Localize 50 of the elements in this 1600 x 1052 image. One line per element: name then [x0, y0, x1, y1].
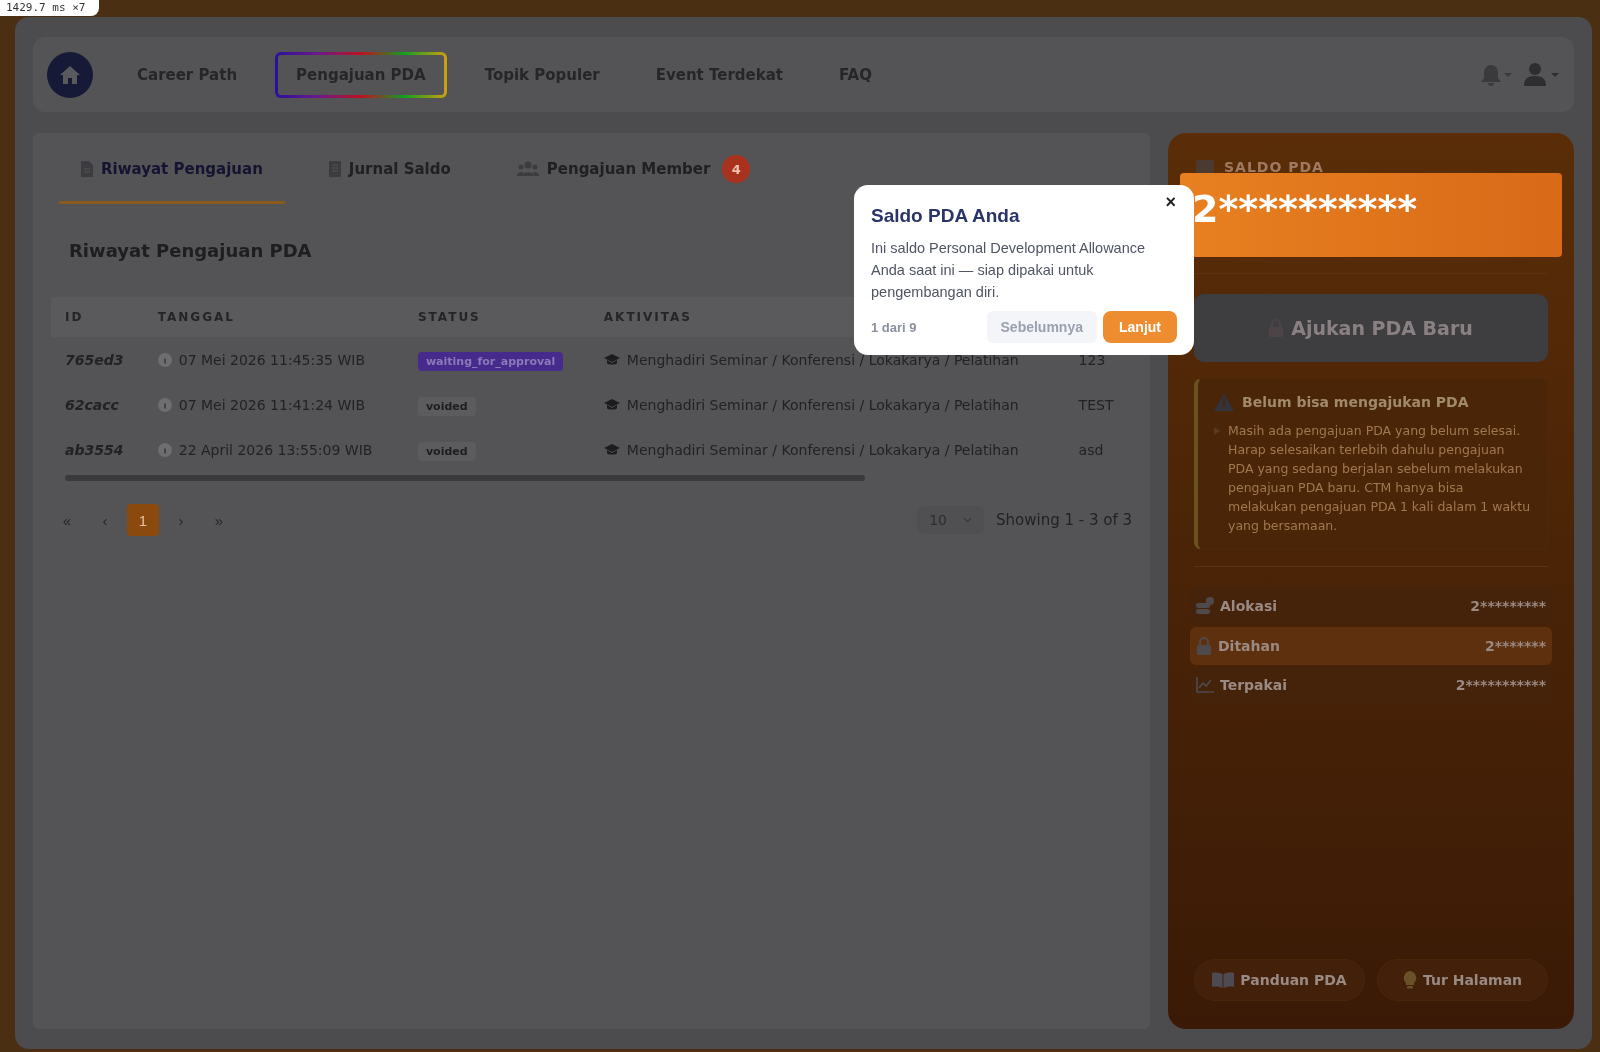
first-page-button[interactable]: « — [51, 504, 83, 536]
stat-value: 2******* — [1485, 638, 1546, 654]
previous-button[interactable]: Sebelumnya — [986, 311, 1097, 343]
notebook-icon — [328, 161, 341, 177]
footer-button[interactable]: Tur Halaman — [1377, 959, 1548, 1001]
last-page-button[interactable]: » — [203, 504, 235, 536]
previous-page-button[interactable]: ‹ — [89, 504, 121, 536]
status-badge: voided — [417, 397, 476, 416]
warning-text: Masih ada pengajuan PDA yang belum selesai. Harap selesaikan terlebih dahulu pengajuan PDA yang sedang berjalan sebelum melakukan pengajuan PDA baru. CTM hanya bisa melakukan pengajuan PDA 1 kali dalam 1 waktu yang bersamaan. — [1228, 422, 1532, 535]
tab[interactable]: Riwayat Pengajuan — [59, 141, 285, 204]
info-icon — [157, 443, 172, 457]
document-icon — [81, 161, 93, 177]
wallet-icon — [1196, 160, 1214, 174]
bullet-icon — [1214, 427, 1220, 435]
next-button[interactable]: Lanjut — [1103, 311, 1177, 343]
home-button[interactable] — [47, 51, 93, 98]
info-icon — [157, 398, 172, 412]
balance-label: SALDO PDA — [1224, 159, 1324, 175]
line-chart-icon — [1196, 677, 1214, 693]
status-badge: voided — [417, 442, 476, 461]
balance-amount: 2********** — [1180, 173, 1562, 257]
open-book-icon — [1212, 972, 1235, 988]
performance-badge: 1429.7 ms ×7 — [0, 0, 100, 16]
footer-button[interactable]: Panduan PDA — [1194, 959, 1365, 1001]
user-icon[interactable] — [1524, 61, 1560, 88]
warning-icon — [1214, 393, 1234, 411]
graduation-cap-icon — [603, 444, 620, 456]
stat-label: Terpakai — [1220, 677, 1288, 693]
info-icon — [157, 353, 172, 367]
graduation-cap-icon — [603, 354, 620, 366]
warning-title: Belum bisa mengajukan PDA — [1242, 394, 1469, 410]
stat-value: 2*********** — [1455, 677, 1546, 693]
step-counter: 1 dari 9 — [871, 319, 917, 335]
users-icon — [516, 161, 539, 177]
count-badge: 4 — [722, 155, 751, 183]
lightbulb-icon — [1402, 971, 1417, 989]
bell-icon[interactable] — [1480, 62, 1512, 87]
popover-text: Ini saldo Personal Development Allowance Anda saat ini — siap dipakai untuk pengembangan diri. — [871, 239, 1147, 302]
next-page-button[interactable]: › — [165, 504, 197, 536]
status-badge: waiting_for_approval — [417, 352, 564, 371]
coins-icon — [1196, 597, 1214, 615]
stat-label: Alokasi — [1220, 598, 1278, 614]
close-button[interactable]: × — [1159, 191, 1182, 214]
lock-icon — [1196, 637, 1212, 655]
stat-label: Ditahan — [1218, 638, 1280, 654]
home-icon — [59, 64, 81, 85]
popover-title: Saldo PDA Anda — [871, 205, 1021, 227]
graduation-cap-icon — [603, 399, 620, 411]
page-button[interactable]: 1 — [127, 504, 159, 536]
stat-value: 2********* — [1470, 598, 1546, 614]
